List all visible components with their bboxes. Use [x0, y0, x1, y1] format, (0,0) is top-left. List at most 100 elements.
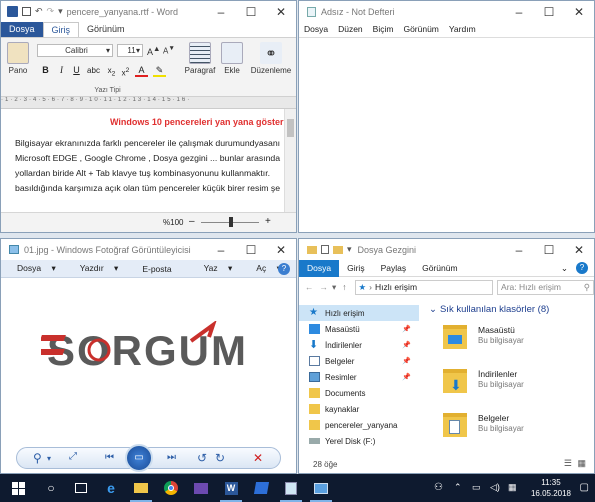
nav-item-kaynaklar[interactable]: kaynaklar [299, 401, 419, 417]
tab-giris[interactable]: Giriş [339, 260, 372, 277]
zoom-level[interactable]: %100 [163, 218, 183, 227]
word-vertical-scrollbar[interactable] [284, 109, 296, 213]
tab-dosya[interactable]: Dosya [299, 259, 340, 277]
photos-icon[interactable] [186, 474, 216, 502]
search-icon[interactable]: ○ [36, 474, 66, 502]
next-icon[interactable]: ⏭ [167, 452, 176, 463]
notepad-close-button[interactable]: ✕ [564, 1, 594, 22]
menu-dosya[interactable]: Dosya ▾ [1, 263, 64, 274]
font-color-icon[interactable]: A [135, 64, 148, 77]
zoom-icon[interactable]: ⚲ [33, 451, 42, 465]
paragraf-button-label[interactable]: Paragraf [184, 66, 216, 75]
nav-item-documents[interactable]: Documents [299, 385, 419, 401]
word-minimize-button[interactable]: – [206, 1, 236, 22]
word-maximize-button[interactable]: ☐ [236, 1, 266, 22]
binoculars-icon[interactable]: ⚭ [260, 42, 282, 64]
shrink-font-icon[interactable]: A▼ [163, 45, 175, 56]
nav-item-pencereler-yanyana[interactable]: pencereler_yanyana [299, 417, 419, 433]
explorer-close-button[interactable]: ✕ [564, 239, 594, 260]
new-folder-icon[interactable] [333, 245, 343, 254]
word-document[interactable]: Windows 10 pencereleri yan yana gösterm … [1, 109, 284, 213]
tab-giris[interactable]: Giriş [42, 22, 80, 37]
zoom-in-button[interactable]: + [265, 216, 271, 227]
subscript-icon[interactable]: x2 [105, 64, 118, 78]
insert-picture-icon[interactable] [221, 42, 243, 64]
nav-item-masaustu[interactable]: Masaüstü 📌 [299, 321, 419, 337]
actual-size-icon[interactable]: ⤢ [69, 451, 77, 462]
tab-paylas[interactable]: Paylaş [373, 260, 415, 277]
redo-icon[interactable]: ↷ [47, 6, 55, 17]
nav-item-resimler[interactable]: Resimler 📌 [299, 369, 419, 385]
nav-item-belgeler[interactable]: Belgeler 📌 [299, 353, 419, 369]
menu-yaz[interactable]: Yaz ▾ [188, 263, 241, 274]
rotate-left-icon[interactable]: ↺ [197, 451, 207, 465]
previous-icon[interactable]: ⏮ [105, 452, 114, 463]
pin-icon[interactable]: 📌 [402, 325, 411, 333]
pano-button-label[interactable]: Pano [3, 66, 33, 75]
explorer-minimize-button[interactable]: – [504, 239, 534, 260]
pin-icon[interactable]: 📌 [402, 357, 411, 365]
keyboard-icon[interactable]: ▦ [508, 482, 517, 493]
scroll-thumb[interactable] [287, 119, 294, 137]
photo-minimize-button[interactable]: – [206, 239, 236, 260]
duzenleme-button-label[interactable]: Düzenleme [249, 66, 293, 75]
nav-item-hizli-erisim[interactable]: ★ Hızlı erişim [299, 305, 419, 321]
delete-icon[interactable]: ✕ [253, 451, 263, 465]
bold-icon[interactable]: B [39, 64, 52, 77]
save-icon[interactable] [22, 7, 31, 16]
properties-icon[interactable] [321, 245, 329, 254]
tab-dosya[interactable]: Dosya [1, 22, 43, 37]
taskbar-clock[interactable]: 11:35 16.05.2018 [531, 477, 571, 499]
task-view-icon[interactable] [66, 474, 96, 502]
notepad-minimize-button[interactable]: – [504, 1, 534, 22]
qat-dropdown-icon[interactable]: ▾ [347, 244, 352, 255]
word-taskbar-icon[interactable]: W [216, 474, 246, 502]
tab-gorunum[interactable]: Görünüm [414, 260, 465, 277]
expand-ribbon-icon[interactable]: ⌄ [553, 260, 576, 277]
menu-dosya[interactable]: Dosya [299, 24, 333, 34]
details-view-icon[interactable]: ☰ [564, 458, 572, 469]
word-close-button[interactable]: ✕ [266, 1, 296, 22]
folder-tile-masaustu[interactable]: Masaüstü Bu bilgisayar [443, 319, 593, 357]
undo-icon[interactable]: ↶ [35, 6, 43, 17]
help-icon[interactable]: ? [278, 262, 290, 275]
notepad-maximize-button[interactable]: ☐ [534, 1, 564, 22]
edge-icon[interactable]: e [96, 474, 126, 502]
menu-bicim[interactable]: Biçim [368, 24, 399, 34]
folder-tile-indirilenler[interactable]: ⬇ İndirilenler Bu bilgisayar [443, 363, 593, 401]
recent-dropdown-icon[interactable]: ▾ [332, 282, 336, 293]
zoom-slider-thumb[interactable] [229, 217, 233, 227]
search-input[interactable]: Ara: Hızlı erişim ⚲ [497, 279, 594, 295]
forward-icon[interactable]: → [320, 282, 329, 292]
superscript-icon[interactable]: x2 [119, 64, 132, 78]
strikethrough-icon[interactable]: abc [87, 64, 100, 77]
menu-duzen[interactable]: Düzen [333, 24, 368, 34]
slideshow-button[interactable]: ▭ [125, 444, 153, 472]
italic-icon[interactable]: I [55, 64, 68, 77]
font-name-select[interactable]: Calibri ▾ [37, 44, 113, 57]
qat-dropdown-icon[interactable]: ▾ [58, 6, 63, 17]
rotate-right-icon[interactable]: ↻ [215, 451, 225, 465]
network-icon[interactable]: ▭ [472, 482, 481, 493]
tab-gorunum[interactable]: Görünüm [79, 22, 133, 37]
explorer-maximize-button[interactable]: ☐ [534, 239, 564, 260]
section-header[interactable]: ⌄ Sık kullanılan klasörler (8) [429, 304, 549, 315]
photo-close-button[interactable]: ✕ [266, 239, 296, 260]
ekle-button-label[interactable]: Ekle [217, 66, 247, 75]
back-icon[interactable]: ← [305, 282, 314, 292]
paste-icon[interactable] [7, 42, 29, 64]
chrome-icon[interactable] [156, 474, 186, 502]
menu-yazdir[interactable]: Yazdır ▾ [64, 263, 127, 274]
nav-item-indirilenler[interactable]: ⬇ İndirilenler 📌 [299, 337, 419, 353]
nav-item-yerel-disk[interactable]: Yerel Disk (F:) [299, 433, 419, 449]
notepad-taskbar-icon[interactable] [276, 474, 306, 502]
help-icon[interactable]: ? [576, 262, 588, 274]
zoom-dropdown-icon[interactable]: ▾ [47, 454, 51, 463]
notepad-text-area[interactable] [299, 37, 594, 232]
people-icon[interactable]: ⚇ [434, 482, 443, 493]
grow-font-icon[interactable]: A▲ [147, 44, 160, 57]
address-bar[interactable]: ★ › Hızlı erişim [354, 279, 494, 295]
pin-icon[interactable]: 📌 [402, 373, 411, 381]
underline-icon[interactable]: U [70, 64, 83, 77]
notifications-icon[interactable]: ▢ [580, 482, 589, 493]
